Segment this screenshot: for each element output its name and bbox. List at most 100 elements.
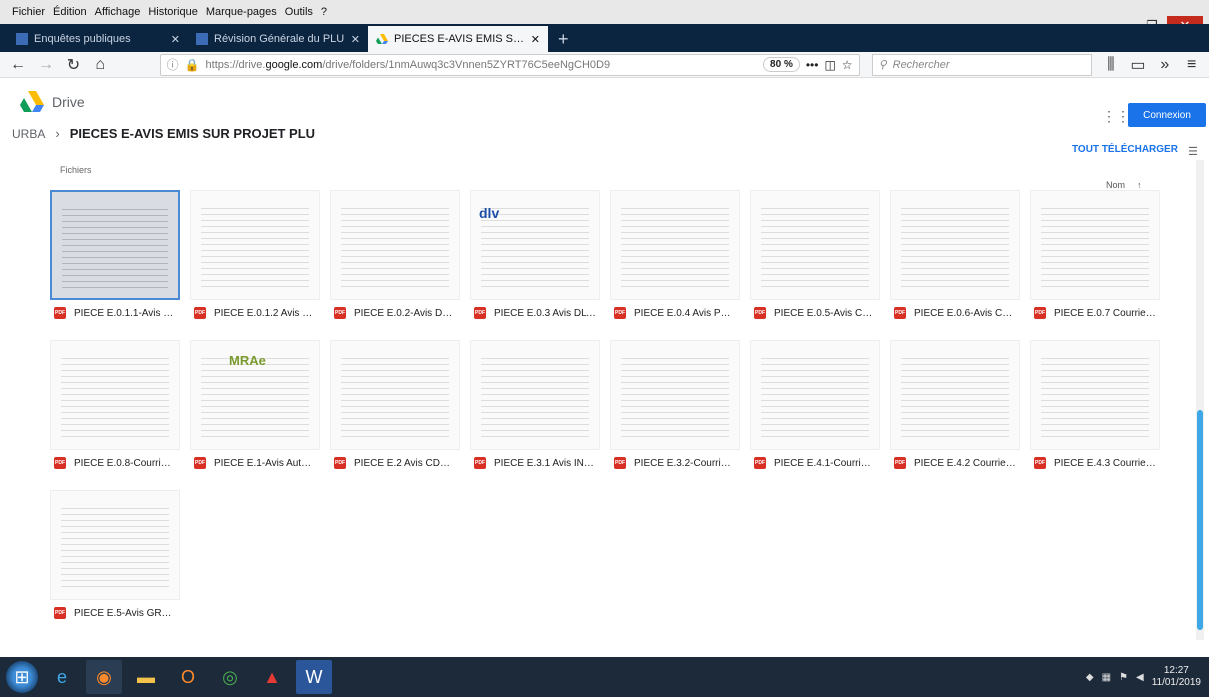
- page-actions-icon[interactable]: •••: [806, 58, 819, 72]
- file-thumbnail[interactable]: MRAe: [190, 340, 320, 450]
- file-card[interactable]: PDF PIECE E.2 Avis CDPE...: [330, 340, 460, 478]
- volume-icon[interactable]: ◀: [1136, 672, 1144, 683]
- file-thumbnail[interactable]: [190, 190, 320, 300]
- file-card[interactable]: PDF PIECE E.0.7 Courrier...: [1030, 190, 1160, 328]
- file-meta: PDF PIECE E.0.2-Avis Dép...: [330, 300, 460, 326]
- overflow-icon[interactable]: »: [1157, 56, 1172, 74]
- download-all-button[interactable]: TOUT TÉLÉCHARGER: [1072, 144, 1178, 155]
- new-tab-icon[interactable]: +: [548, 26, 579, 52]
- network-icon[interactable]: ▦: [1102, 672, 1111, 683]
- file-card[interactable]: PDF PIECE E.0.1.2 Avis El...: [190, 190, 320, 328]
- file-thumbnail[interactable]: [470, 340, 600, 450]
- file-name: PIECE E.3.2-Courrier...: [634, 457, 736, 469]
- tab-close-icon[interactable]: ✕: [351, 33, 360, 46]
- file-name: PIECE E.0.7 Courrier...: [1054, 307, 1156, 319]
- file-card[interactable]: PDF PIECE E.0.8-Courrier...: [50, 340, 180, 478]
- document-logo: MRAe: [229, 353, 266, 368]
- list-view-icon[interactable]: ☰: [1188, 145, 1198, 158]
- menu-file[interactable]: Fichier: [12, 6, 45, 18]
- dropbox-icon[interactable]: ◆: [1086, 672, 1094, 683]
- menu-help[interactable]: ?: [321, 6, 327, 18]
- file-thumbnail[interactable]: dlv: [470, 190, 600, 300]
- pocket-icon[interactable]: ◫: [824, 58, 835, 72]
- tab-pieces-avis[interactable]: PIECES E-AVIS EMIS SUR PRO ✕: [368, 26, 548, 52]
- file-meta: PDF PIECE E.0.5-Avis Cha...: [750, 300, 880, 326]
- file-thumbnail[interactable]: [890, 190, 1020, 300]
- home-icon[interactable]: ⌂: [93, 56, 108, 74]
- sort-control[interactable]: Nom ↑: [1106, 180, 1142, 190]
- sidebar-icon[interactable]: ▭: [1130, 55, 1145, 75]
- chrome-icon[interactable]: ◎: [212, 660, 248, 694]
- outlook-icon[interactable]: O: [170, 660, 206, 694]
- file-card[interactable]: PDF PIECE E.4.3 Courrier...: [1030, 340, 1160, 478]
- tab-revision-plu[interactable]: Révision Générale du PLU ✕: [188, 26, 368, 52]
- file-meta: PDF PIECE E.4.1-Courrier...: [750, 450, 880, 476]
- drive-logo[interactable]: Drive: [20, 91, 85, 113]
- menu-icon[interactable]: ≡: [1184, 56, 1199, 74]
- tab-close-icon[interactable]: ✕: [171, 33, 180, 46]
- document-preview: [621, 353, 729, 441]
- word-icon[interactable]: W: [296, 660, 332, 694]
- zoom-level[interactable]: 80 %: [763, 57, 800, 72]
- file-card[interactable]: dlv PDF PIECE E.0.3 Avis DLV...: [470, 190, 600, 328]
- file-thumbnail[interactable]: [330, 190, 460, 300]
- back-icon[interactable]: ←: [10, 56, 26, 74]
- acrobat-icon[interactable]: ▲: [254, 660, 290, 694]
- menu-history[interactable]: Historique: [148, 6, 198, 18]
- reload-icon[interactable]: ↻: [66, 55, 81, 75]
- file-thumbnail[interactable]: [50, 190, 180, 300]
- internet-explorer-icon[interactable]: e: [44, 660, 80, 694]
- file-thumbnail[interactable]: [1030, 190, 1160, 300]
- page-title: PIECES E-AVIS EMIS SUR PROJET PLU: [69, 126, 316, 141]
- menu-tools[interactable]: Outils: [285, 6, 313, 18]
- file-thumbnail[interactable]: [50, 490, 180, 600]
- file-card[interactable]: PDF PIECE E.0.5-Avis Cha...: [750, 190, 880, 328]
- file-card[interactable]: PDF PIECE E.5-Avis GRT G...: [50, 490, 180, 628]
- file-card[interactable]: PDF PIECE E.3.1 Avis INA...: [470, 340, 600, 478]
- breadcrumb-root[interactable]: URBA: [12, 127, 45, 141]
- file-explorer-icon[interactable]: ▬: [128, 660, 164, 694]
- file-meta: PDF PIECE E.0.8-Courrier...: [50, 450, 180, 476]
- file-thumbnail[interactable]: [890, 340, 1020, 450]
- file-card[interactable]: PDF PIECE E.3.2-Courrier...: [610, 340, 740, 478]
- address-bar[interactable]: ⓘ 🔒 https://drive.google.com/drive/folde…: [159, 53, 860, 76]
- file-card[interactable]: PDF PIECE E.0.6-Avis CCI...: [890, 190, 1020, 328]
- taskbar: ⊞ e ◉ ▬ O ◎ ▲ W ◆ ▦ ⚑ ◀ 12:27 11/01/2019: [0, 657, 1209, 697]
- bookmark-star-icon[interactable]: ☆: [842, 58, 853, 72]
- tab-enquetes[interactable]: Enquêtes publiques ✕: [8, 26, 188, 52]
- file-thumbnail[interactable]: [1030, 340, 1160, 450]
- file-thumbnail[interactable]: [610, 340, 740, 450]
- file-thumbnail[interactable]: [330, 340, 460, 450]
- clock[interactable]: 12:27 11/01/2019: [1152, 665, 1201, 689]
- scrollbar-thumb[interactable]: [1197, 410, 1203, 630]
- menu-edit[interactable]: Édition: [53, 6, 87, 18]
- info-icon[interactable]: ⓘ: [167, 56, 179, 73]
- menu-bookmarks[interactable]: Marque-pages: [206, 6, 277, 18]
- file-card[interactable]: PDF PIECE E.0.2-Avis Dép...: [330, 190, 460, 328]
- file-card[interactable]: MRAe PDF PIECE E.1-Avis Autor...: [190, 340, 320, 478]
- flag-icon[interactable]: ⚑: [1119, 672, 1128, 683]
- pdf-file-icon: PDF: [754, 457, 766, 469]
- file-card[interactable]: PDF PIECE E.4.2 Courrier...: [890, 340, 1020, 478]
- tab-strip: Enquêtes publiques ✕ Révision Générale d…: [0, 24, 1209, 52]
- forward-icon[interactable]: →: [38, 56, 54, 74]
- file-thumbnail[interactable]: [750, 190, 880, 300]
- tab-close-icon[interactable]: ✕: [531, 33, 540, 46]
- signin-button[interactable]: Connexion: [1128, 103, 1206, 127]
- scrollbar[interactable]: [1196, 160, 1204, 640]
- file-thumbnail[interactable]: [50, 340, 180, 450]
- file-meta: PDF PIECE E.0.6-Avis CCI...: [890, 300, 1020, 326]
- windows-start-icon[interactable]: ⊞: [6, 661, 38, 693]
- firefox-icon[interactable]: ◉: [86, 660, 122, 694]
- pdf-file-icon: PDF: [54, 307, 66, 319]
- file-thumbnail[interactable]: [610, 190, 740, 300]
- library-icon[interactable]: ⫼: [1104, 56, 1119, 74]
- file-meta: PDF PIECE E.0.1.2 Avis El...: [190, 300, 320, 326]
- file-card[interactable]: PDF PIECE E.0.1.1-Avis El...: [50, 190, 180, 328]
- menu-view[interactable]: Affichage: [95, 6, 141, 18]
- search-input[interactable]: ⚲ Rechercher: [871, 53, 1092, 76]
- file-card[interactable]: PDF PIECE E.4.1-Courrier...: [750, 340, 880, 478]
- url-prefix: https://drive.: [205, 58, 266, 71]
- file-card[interactable]: PDF PIECE E.0.4 Avis PNR...: [610, 190, 740, 328]
- file-thumbnail[interactable]: [750, 340, 880, 450]
